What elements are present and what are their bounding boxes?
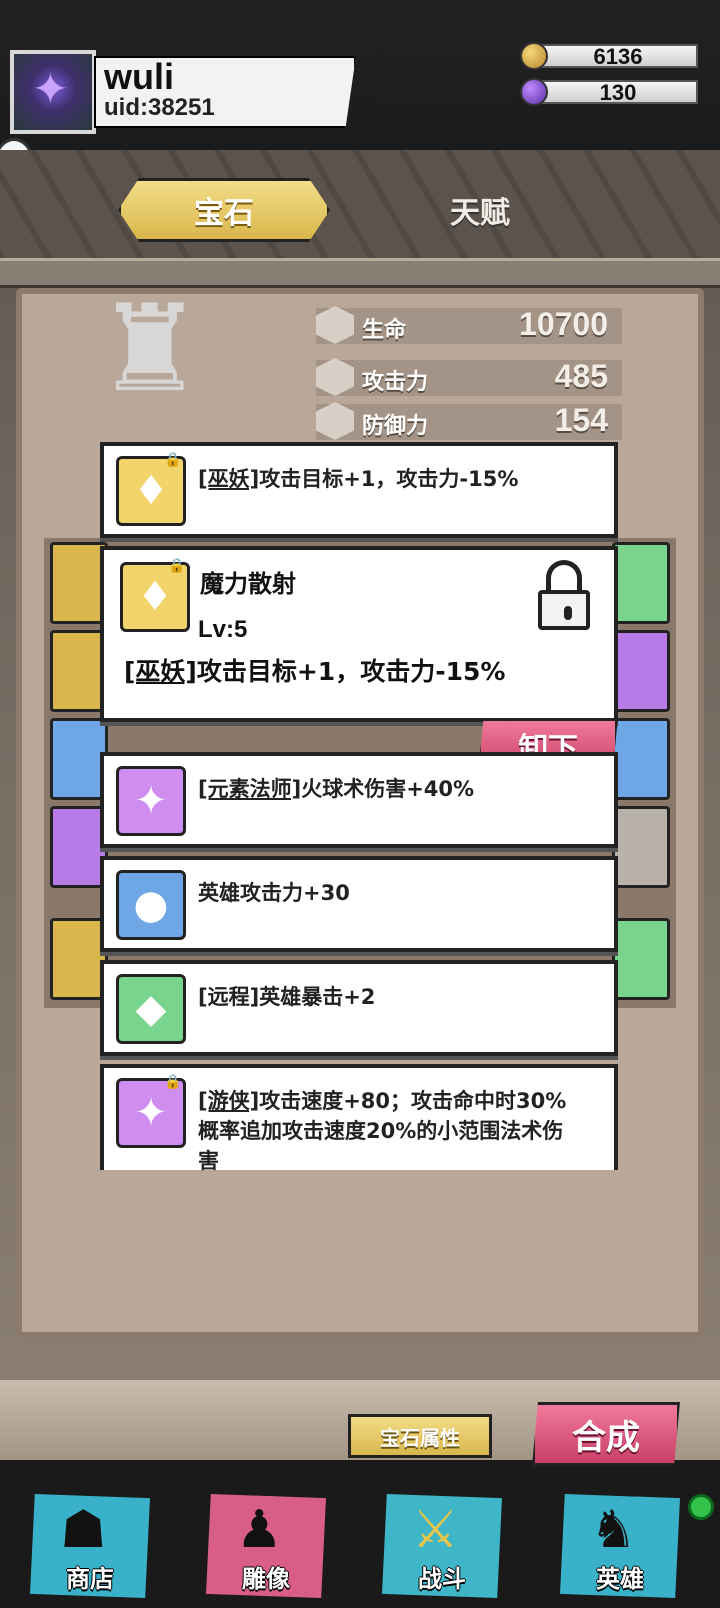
stat-label: 攻击力	[362, 370, 429, 395]
red-shard-gem-icon: ◆	[116, 974, 186, 1044]
gem-card-desc-2: 概率追加攻击速度20%的小范围法术伤	[198, 1119, 564, 1143]
stained-glass-backdrop	[0, 150, 720, 260]
attack-icon	[316, 358, 354, 396]
gem-card[interactable]: ◆ [远程]英雄暴击+2	[100, 960, 618, 1056]
gem-effect: [巫妖]攻击目标+1，攻击力-15%	[124, 652, 505, 688]
red-drop-gem-icon: ●	[116, 870, 186, 940]
gem-card[interactable]: ♦ 🔒 [巫妖]攻击目标+1，攻击力-15%	[100, 442, 618, 538]
gem-slot[interactable]	[612, 806, 670, 888]
gem-card-tag: [元素法师]	[198, 777, 302, 801]
gem-card-text: [远程]英雄暴击+2	[198, 985, 376, 1009]
gem-counter: 130	[520, 78, 698, 106]
gem-card-desc: 攻击目标+1，攻击力-15%	[259, 467, 519, 491]
nav-battle[interactable]: ⚔ 战斗	[382, 1494, 502, 1602]
gem-value: 130	[599, 80, 637, 105]
stat-row-hp: 生命 10700	[316, 306, 622, 344]
avatar[interactable]: ✦	[10, 50, 96, 134]
gem-slot[interactable]	[612, 918, 670, 1000]
gem-slot[interactable]	[612, 630, 670, 712]
stat-value: 485	[554, 358, 608, 394]
gem-detail-popup: ♦ 🔒 魔力散射 Lv:5 [巫妖]攻击目标+1，攻击力-15%	[100, 546, 618, 722]
gem-card-desc-3: 害	[198, 1149, 219, 1173]
compose-button[interactable]: 合成	[532, 1402, 680, 1466]
shield-icon	[316, 402, 354, 440]
gold-value: 6136	[593, 44, 643, 69]
shop-icon: ☗	[60, 1500, 107, 1560]
user-uid: uid:38251	[104, 94, 215, 121]
stat-label: 生命	[362, 318, 407, 343]
stat-value: 154	[554, 402, 608, 438]
nav-statue[interactable]: ♟ 雕像	[206, 1494, 326, 1602]
lock-icon: 🔒	[168, 558, 186, 574]
gem-card-text: 英雄攻击力+30	[198, 881, 350, 905]
lock-icon: 🔒	[164, 452, 182, 468]
gem-card-text: [巫妖]攻击目标+1，攻击力-15%	[198, 464, 518, 494]
stat-row-attack: 攻击力 485	[316, 358, 622, 396]
tab-gem[interactable]: 宝石	[118, 178, 330, 242]
lock-toggle-icon[interactable]	[538, 560, 590, 630]
gem-slot[interactable]	[612, 542, 670, 624]
gem-level: Lv:5	[198, 616, 248, 643]
gem-effect-tag: [巫妖]	[124, 657, 197, 686]
gem-attributes-button[interactable]: 宝石属性	[348, 1414, 492, 1458]
gem-card-text: [游侠]攻击速度+80；攻击命中时30% 概率追加攻击速度20%的小范围法术伤 …	[198, 1086, 610, 1176]
purple-star-gem-icon: ✦	[116, 766, 186, 836]
statue-icon: ♟	[236, 1500, 283, 1560]
stat-label: 防御力	[362, 414, 429, 439]
user-name: wuli	[104, 56, 174, 97]
online-status-icon	[688, 1494, 714, 1520]
nav-hero[interactable]: ♞ 英雄	[560, 1494, 680, 1602]
coin-icon	[520, 42, 548, 70]
gem-name: 魔力散射	[200, 570, 296, 598]
gem-card-text: [元素法师]火球术伤害+40%	[198, 774, 474, 804]
nav-label: 商店	[66, 1565, 114, 1593]
gem-card[interactable]: ● 英雄攻击力+30	[100, 856, 618, 952]
gem-card-tag: [巫妖]	[198, 467, 260, 491]
gem-slot[interactable]	[612, 718, 670, 800]
gem-card-desc: 火球术伤害+40%	[301, 777, 475, 801]
gem-card-tag: [游侠]	[198, 1089, 260, 1113]
lock-keyhole	[564, 606, 572, 620]
nav-label: 英雄	[596, 1565, 644, 1593]
gem-card[interactable]: ✦ 🔒 [游侠]攻击速度+80；攻击命中时30% 概率追加攻击速度20%的小范围…	[100, 1064, 618, 1173]
stat-row-defense: 防御力 154	[316, 402, 622, 440]
gem-card-desc: 攻击速度+80；攻击命中时30%	[259, 1089, 567, 1113]
avatar-emblem-icon: ✦	[32, 64, 69, 115]
lock-icon: 🔒	[164, 1074, 182, 1090]
battle-icon: ⚔	[412, 1500, 459, 1560]
stat-value: 10700	[519, 306, 608, 342]
gem-currency-icon	[520, 78, 548, 106]
statue-icon: ♜	[96, 280, 204, 419]
heart-icon	[316, 306, 354, 344]
gold-counter: 6136	[520, 42, 698, 70]
nav-label: 雕像	[242, 1565, 290, 1593]
gem-effect-desc: 攻击目标+1，攻击力-15%	[196, 657, 506, 686]
nav-shop[interactable]: ☗ 商店	[30, 1494, 150, 1602]
lock-body	[538, 590, 590, 630]
lock-shackle	[546, 560, 582, 594]
nav-label: 战斗	[418, 1565, 466, 1593]
hero-icon: ♞	[590, 1500, 637, 1560]
tab-talent[interactable]: 天赋	[370, 178, 590, 242]
gem-card[interactable]: ✦ [元素法师]火球术伤害+40%	[100, 752, 618, 848]
